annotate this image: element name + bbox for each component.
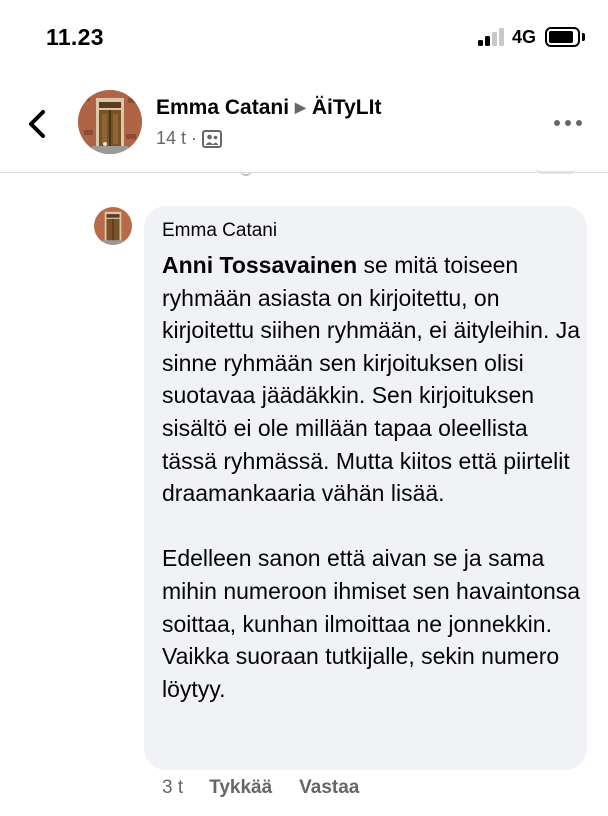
cellular-signal-icon <box>478 28 506 46</box>
commenter-name[interactable]: Emma Catani <box>162 220 277 242</box>
author-avatar[interactable] <box>78 90 142 154</box>
status-time: 11.23 <box>46 24 104 50</box>
post-time[interactable]: 14 t <box>156 128 186 149</box>
status-bar: 11.23 4G <box>0 0 608 70</box>
more-dot <box>576 120 582 126</box>
battery-icon <box>545 27 580 47</box>
post-header: Emma Catani ▶ ÄiTyLIt 14 t · <box>0 84 608 174</box>
comment-paragraph-1: se mitä toiseen ryhmään asiasta on kirjo… <box>162 252 581 507</box>
group-audience-icon <box>202 129 223 148</box>
comment-paragraph-2: Edelleen sanon että aivan se ja sama mih… <box>162 545 581 702</box>
more-dot <box>554 120 560 126</box>
meta-separator: · <box>191 128 198 148</box>
group-name[interactable]: ÄiTyLIt <box>312 96 382 119</box>
like-button[interactable]: Tykkää <box>209 777 272 799</box>
comment-time[interactable]: 3 t <box>162 777 183 799</box>
back-button[interactable] <box>24 106 52 142</box>
comment-text: Anni Tossavainen se mitä toiseen ryhmään… <box>162 249 582 705</box>
comment-actions: 3 t Tykkää Vastaa <box>162 777 386 799</box>
mention-link[interactable]: Anni Tossavainen <box>162 252 357 278</box>
commenter-avatar[interactable] <box>94 207 132 245</box>
previous-content-edge <box>240 166 252 176</box>
network-type: 4G <box>512 27 537 47</box>
post-meta: 14 t · <box>156 128 223 149</box>
header-divider <box>0 172 608 173</box>
more-dot <box>565 120 571 126</box>
chevron-left-icon <box>29 110 45 138</box>
reply-button[interactable]: Vastaa <box>299 777 359 799</box>
triangle-right-icon: ▶ <box>295 99 306 115</box>
previous-content-edge <box>536 168 576 174</box>
more-options-button[interactable] <box>554 120 584 130</box>
post-author-name[interactable]: Emma Catani <box>156 96 289 119</box>
battery-tip <box>582 33 585 41</box>
post-author-and-group[interactable]: Emma Catani ▶ ÄiTyLIt <box>156 96 381 120</box>
